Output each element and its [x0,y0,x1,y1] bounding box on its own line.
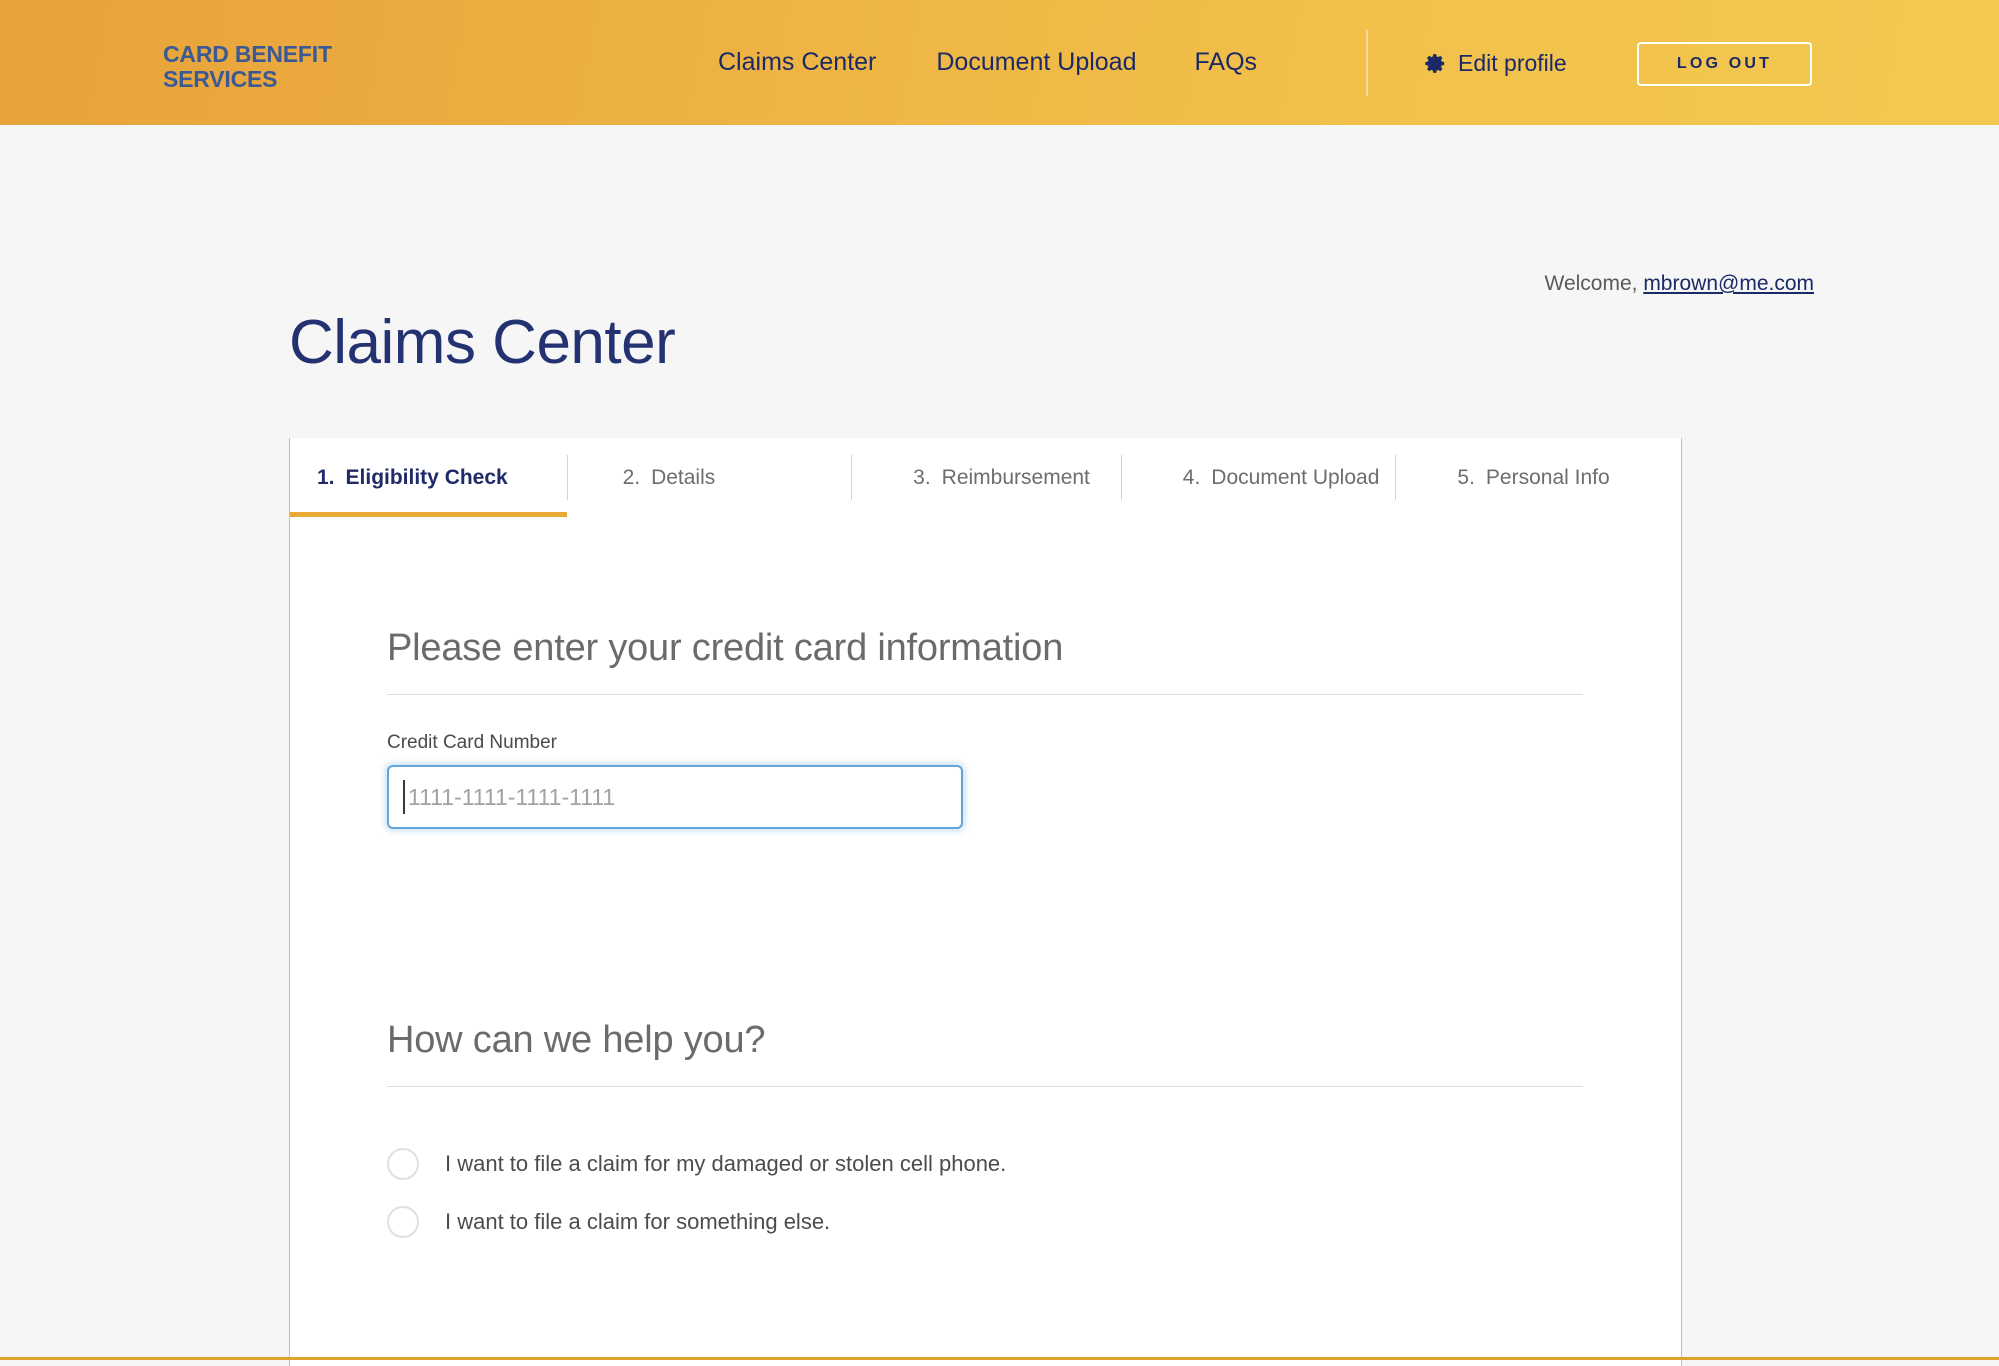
edit-profile-button[interactable]: Edit profile [1424,50,1567,77]
credit-card-section: Please enter your credit card informatio… [387,627,1583,829]
tab-separator [1395,455,1397,500]
edit-profile-label: Edit profile [1458,50,1567,76]
tab-number: 5. [1457,465,1475,489]
tab-label: Personal Info [1485,465,1610,489]
page-body: Welcome, mbrown@me.com Claims Center 1. … [0,125,1999,1366]
radio-label: I want to file a claim for something els… [445,1209,831,1234]
help-section-title: How can we help you? [387,1019,766,1061]
tab-label: Document Upload [1211,465,1380,489]
claim-panel: 1. Eligibility Check 2. Details 3. Reimb… [289,438,1682,1366]
nav-link-faqs[interactable]: FAQs [1195,48,1258,77]
tab-document-upload[interactable]: 4. Document Upload [1120,438,1396,517]
nav-link-document-upload[interactable]: Document Upload [936,48,1136,77]
welcome-line: Welcome, mbrown@me.com [1545,272,1815,296]
credit-card-input-wrapper [387,765,963,829]
credit-card-section-title: Please enter your credit card informatio… [387,627,1064,669]
help-section: How can we help you? I want to file a cl… [387,1019,1583,1244]
tab-personal-info[interactable]: 5. Personal Info [1395,438,1681,517]
tab-number: 4. [1182,465,1201,489]
radio-something-else[interactable] [387,1206,419,1238]
list-item[interactable]: I want to file a claim for something els… [387,1200,1583,1244]
tab-label: Eligibility Check [345,465,508,489]
credit-card-number-input[interactable] [387,765,963,829]
radio-label: I want to file a claim for my damaged or… [445,1151,1007,1176]
tab-label: Details [651,465,716,489]
tab-eligibility-check[interactable]: 1. Eligibility Check [290,438,567,517]
tab-separator [851,455,853,500]
brand-logo-line-2: SERVICES [163,66,278,92]
section-divider [387,694,1583,695]
tab-label: Reimbursement [941,465,1090,489]
site-header: CARD BENEFIT SERVICES Claims Center Docu… [0,0,1999,125]
welcome-prefix: Welcome, [1544,272,1644,295]
text-cursor [403,780,405,814]
logout-button[interactable]: LOG OUT [1637,42,1812,86]
tab-number: 3. [913,465,931,489]
list-item[interactable]: I want to file a claim for my damaged or… [387,1142,1583,1186]
page-title: Claims Center [289,308,676,377]
tab-separator [1120,455,1122,500]
user-email-link[interactable]: mbrown@me.com [1643,272,1814,295]
step-tabs: 1. Eligibility Check 2. Details 3. Reimb… [290,438,1681,517]
tab-separator [566,455,568,500]
credit-card-number-label: Credit Card Number [387,732,557,753]
nav-link-claims-center[interactable]: Claims Center [718,48,876,77]
section-divider [387,1086,1583,1087]
main-nav: Claims Center Document Upload FAQs [718,0,1257,125]
tab-number: 2. [622,465,641,489]
brand-logo[interactable]: CARD BENEFIT SERVICES [163,42,332,92]
tab-reimbursement[interactable]: 3. Reimbursement [851,438,1121,517]
radio-cell-phone[interactable] [387,1148,419,1180]
tab-details[interactable]: 2. Details [566,438,852,517]
gear-icon [1424,52,1447,75]
header-divider [1366,30,1368,96]
page-bottom-rule [0,1357,1999,1360]
tab-number: 1. [317,465,335,489]
claim-type-options: I want to file a claim for my damaged or… [387,1142,1583,1244]
eligibility-form: Please enter your credit card informatio… [387,517,1583,1258]
brand-logo-line-1: CARD BENEFIT [163,41,332,67]
